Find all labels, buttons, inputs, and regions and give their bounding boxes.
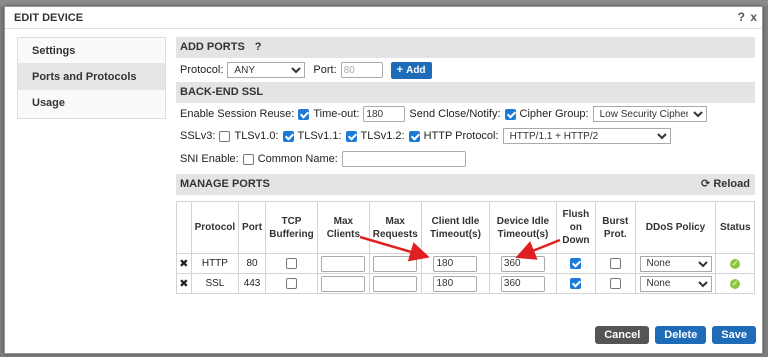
table-row: ✖ HTTP 80 None ✓ <box>176 253 755 274</box>
reload-button[interactable]: ⟳ Reload <box>701 174 750 195</box>
ssl-row-2: SSLv3: TLSv1.0: TLSv1.1: TLSv1.2: HTTP P… <box>176 125 755 147</box>
tls11-checkbox[interactable] <box>282 130 294 142</box>
device-idle-input[interactable] <box>500 255 545 272</box>
ddos-policy-select[interactable]: None <box>639 255 712 272</box>
status-ok-icon: ✓ <box>730 279 741 289</box>
col-status: Status <box>715 201 755 254</box>
status-ok-icon: ✓ <box>730 259 741 269</box>
row-port: 443 <box>238 273 267 294</box>
manage-ports-heading: MANAGE PORTS <box>180 178 270 190</box>
sidebar-item-usage[interactable]: Usage <box>18 90 165 116</box>
main-panel: ADD PORTS? Protocol: ANY Port: +Add BACK… <box>176 37 755 294</box>
col-tcp-buffering: TCP Buffering <box>265 201 318 254</box>
backend-ssl-header: BACK-END SSL <box>176 82 755 103</box>
row-protocol: HTTP <box>190 253 240 274</box>
burst-prot-checkbox[interactable] <box>609 257 621 269</box>
burst-prot-checkbox[interactable] <box>609 277 621 289</box>
ddos-policy-select[interactable]: None <box>639 275 712 292</box>
sidebar-item-settings[interactable]: Settings <box>18 38 165 64</box>
col-client-idle: Client Idle Timeout(s) <box>420 201 491 254</box>
tls12-label: TLSv1.2: <box>360 130 405 142</box>
dialog-footer: Cancel Delete Save <box>589 326 756 344</box>
timeout-label: Time-out: <box>313 108 360 120</box>
protocol-label: Protocol: <box>180 64 224 76</box>
tls11-label: TLSv1.1: <box>297 130 342 142</box>
common-name-label: Common Name: <box>257 153 338 165</box>
http-protocol-label: HTTP Protocol: <box>423 130 499 142</box>
add-ports-help-icon[interactable]: ? <box>255 41 262 53</box>
col-max-clients: Max Clients <box>316 201 370 254</box>
max-clients-input[interactable] <box>321 275 366 292</box>
cancel-button[interactable]: Cancel <box>595 326 650 344</box>
add-ports-row: Protocol: ANY Port: +Add <box>176 58 755 82</box>
sidebar-item-ports-and-protocols[interactable]: Ports and Protocols <box>18 64 165 90</box>
timeout-input[interactable] <box>363 106 406 122</box>
col-ddos-policy: DDoS Policy <box>634 201 717 254</box>
sslv3-label: SSLv3: <box>180 130 216 142</box>
col-burst-prot: Burst Prot. <box>595 201 636 254</box>
add-port-label: Add <box>406 64 426 76</box>
cipher-group-select[interactable]: Low Security Ciphers <box>592 106 707 122</box>
table-header-row: Protocol Port TCP Buffering Max Clients … <box>176 201 755 254</box>
http-protocol-checkbox[interactable] <box>408 130 420 142</box>
close-icon[interactable]: x <box>750 10 757 24</box>
col-protocol: Protocol <box>190 201 240 254</box>
reload-label: Reload <box>713 178 750 190</box>
save-button[interactable]: Save <box>712 326 756 344</box>
ssl-row-1: Enable Session Reuse: Time-out: Send Clo… <box>176 103 755 125</box>
protocol-select[interactable]: ANY <box>227 62 306 78</box>
dialog-header: EDIT DEVICE ? x <box>5 7 762 29</box>
sni-enable-checkbox[interactable] <box>242 153 254 165</box>
col-port: Port <box>238 201 267 254</box>
plus-icon: + <box>396 64 404 76</box>
port-label: Port: <box>313 64 337 76</box>
sidebar: Settings Ports and Protocols Usage <box>17 37 166 119</box>
flush-on-down-checkbox[interactable] <box>570 277 582 289</box>
max-clients-input[interactable] <box>321 255 366 272</box>
common-name-input[interactable] <box>341 151 466 167</box>
ssl-row-3: SNI Enable: Common Name: <box>176 147 755 171</box>
http-protocol-select[interactable]: HTTP/1.1 + HTTP/2 <box>502 128 671 144</box>
tls12-checkbox[interactable] <box>345 130 357 142</box>
col-delete <box>176 201 192 254</box>
add-ports-header: ADD PORTS? <box>176 37 755 58</box>
edit-device-dialog: EDIT DEVICE ? x Settings Ports and Proto… <box>4 6 763 354</box>
client-idle-input[interactable] <box>433 255 478 272</box>
row-protocol: SSL <box>190 273 240 294</box>
help-icon[interactable]: ? <box>738 10 745 24</box>
cipher-group-label: Cipher Group: <box>519 108 589 120</box>
tcp-buffering-checkbox[interactable] <box>285 257 297 269</box>
max-requests-input[interactable] <box>373 275 418 292</box>
table-row: ✖ SSL 443 None ✓ <box>176 273 755 294</box>
backend-ssl-heading: BACK-END SSL <box>180 86 264 98</box>
manage-ports-header: MANAGE PORTS ⟳ Reload <box>176 174 755 195</box>
row-port: 80 <box>238 253 267 274</box>
col-flush-on-down: Flush on Down <box>555 201 597 254</box>
delete-button[interactable]: Delete <box>655 326 707 344</box>
port-input[interactable] <box>340 62 383 78</box>
session-reuse-checkbox[interactable] <box>298 108 310 120</box>
tls10-label: TLSv1.0: <box>234 130 279 142</box>
client-idle-input[interactable] <box>433 275 478 292</box>
col-max-requests: Max Requests <box>368 201 422 254</box>
delete-row-icon[interactable]: ✖ <box>179 278 188 290</box>
device-idle-input[interactable] <box>500 275 545 292</box>
session-reuse-label: Enable Session Reuse: <box>180 108 295 120</box>
add-port-button[interactable]: + Add <box>390 61 432 79</box>
max-requests-input[interactable] <box>373 255 418 272</box>
sni-enable-label: SNI Enable: <box>180 153 239 165</box>
send-close-label: Send Close/Notify: <box>409 108 501 120</box>
ports-table: Protocol Port TCP Buffering Max Clients … <box>176 201 755 294</box>
send-close-checkbox[interactable] <box>504 108 516 120</box>
delete-row-icon[interactable]: ✖ <box>179 258 188 270</box>
add-ports-heading: ADD PORTS <box>180 41 245 53</box>
reload-icon: ⟳ <box>701 178 711 190</box>
dialog-title: EDIT DEVICE <box>14 12 84 24</box>
sslv3-checkbox[interactable] <box>219 130 231 142</box>
flush-on-down-checkbox[interactable] <box>570 257 582 269</box>
tcp-buffering-checkbox[interactable] <box>285 277 297 289</box>
col-device-idle: Device Idle Timeout(s) <box>489 201 557 254</box>
